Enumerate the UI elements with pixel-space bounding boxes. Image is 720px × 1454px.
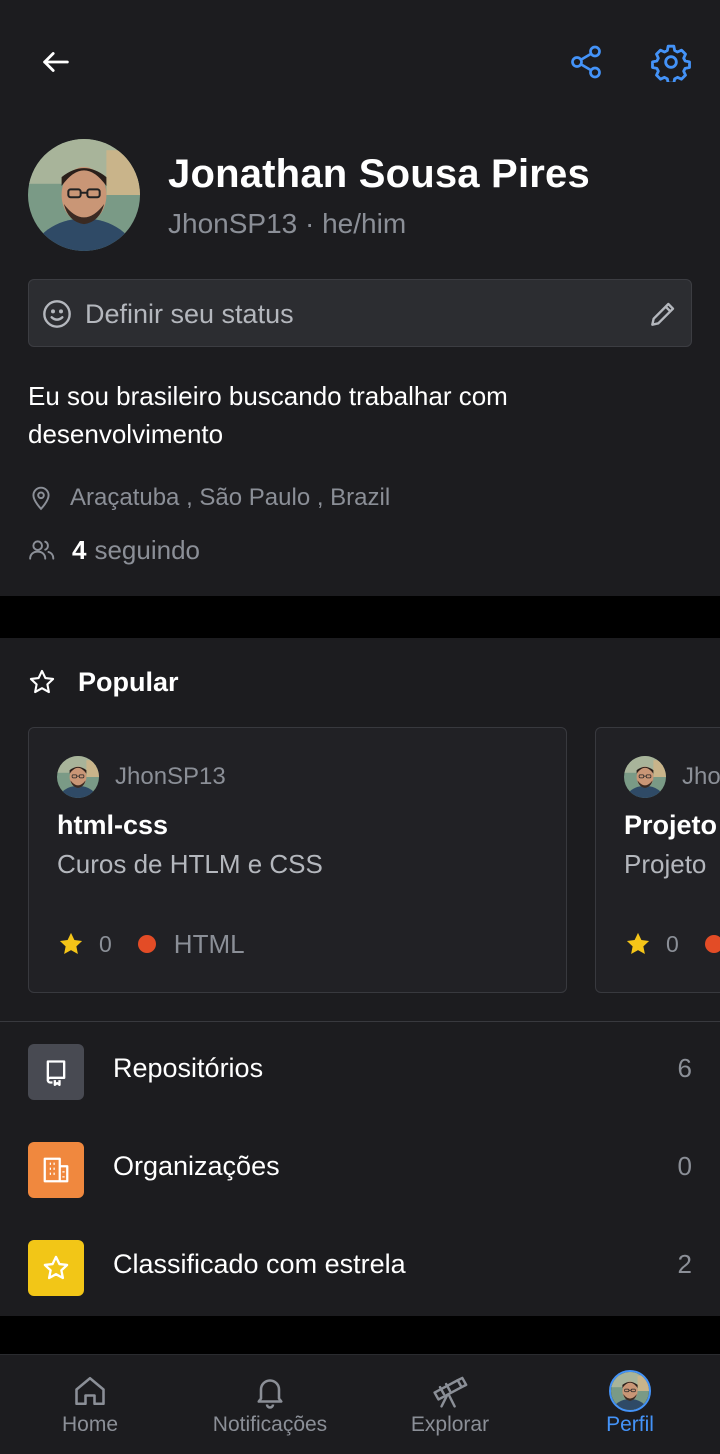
nav-item-notifications[interactable]: Notificações bbox=[180, 1355, 360, 1454]
star-icon bbox=[28, 1240, 84, 1296]
repo-description: Curos de HTLM e CSS bbox=[57, 849, 323, 879]
repo-meta: 0 HTML bbox=[57, 928, 245, 960]
telescope-icon bbox=[428, 1369, 472, 1413]
repo-name: html-css bbox=[57, 810, 169, 840]
repo-icon bbox=[28, 1044, 84, 1100]
owner-avatar bbox=[57, 756, 99, 798]
menu-item-repositories[interactable]: Repositórios 6 bbox=[0, 1032, 720, 1112]
profile-location: Araçatuba , São Paulo , Brazil bbox=[28, 480, 390, 516]
settings-button[interactable] bbox=[646, 38, 696, 86]
popular-title: Popular bbox=[78, 666, 179, 697]
profile-name: Jonathan Sousa Pires bbox=[168, 152, 590, 196]
popular-repo-card[interactable]: JhonSP13 html-css Curos de HTLM e CSS 0 … bbox=[28, 727, 567, 993]
menu-count: 2 bbox=[677, 1249, 692, 1279]
owner-avatar bbox=[624, 756, 666, 798]
popular-header: Popular bbox=[28, 664, 179, 700]
profile-avatar[interactable] bbox=[28, 139, 140, 251]
bottom-navigation: Home Notificações Explorar Perfil bbox=[0, 1354, 720, 1454]
organization-icon bbox=[28, 1142, 84, 1198]
popular-repo-card[interactable]: JhonSP13 Projeto Projeto 0 bbox=[595, 727, 720, 993]
menu-item-organizations[interactable]: Organizações 0 bbox=[0, 1130, 720, 1210]
following-count: 4 bbox=[72, 534, 87, 565]
people-icon bbox=[29, 540, 55, 560]
star-outline-icon bbox=[29, 669, 55, 694]
arrow-left-icon bbox=[43, 52, 69, 72]
back-button[interactable] bbox=[32, 40, 80, 84]
star-icon bbox=[626, 932, 650, 955]
pencil-icon bbox=[651, 302, 675, 326]
menu-count: 0 bbox=[677, 1151, 692, 1181]
menu-label: Organizações bbox=[113, 1151, 280, 1181]
location-pin-icon bbox=[32, 486, 50, 511]
menu-label: Repositórios bbox=[113, 1053, 264, 1083]
share-icon bbox=[571, 45, 601, 79]
section-divider bbox=[0, 1021, 720, 1022]
smiley-icon bbox=[43, 300, 71, 328]
nav-item-explore[interactable]: Explorar bbox=[360, 1355, 540, 1454]
repo-owner: JhonSP13 bbox=[57, 756, 226, 798]
status-placeholder: Definir seu status bbox=[85, 299, 294, 329]
profile-bio: Eu sou brasileiro buscando trabalhar com… bbox=[28, 381, 508, 449]
share-button[interactable] bbox=[562, 40, 610, 84]
language-color-dot bbox=[137, 935, 156, 953]
set-status-button[interactable]: Definir seu status bbox=[28, 279, 692, 347]
star-count: 0 bbox=[99, 930, 112, 957]
menu-count: 6 bbox=[677, 1053, 692, 1083]
gear-icon bbox=[651, 44, 691, 82]
popular-section: Popular JhonSP13 html-css Curos de HTLM … bbox=[0, 638, 720, 1316]
star-count: 0 bbox=[666, 930, 679, 957]
owner-name: JhonSP13 bbox=[682, 763, 720, 790]
star-icon bbox=[59, 932, 83, 955]
nav-item-profile[interactable]: Perfil bbox=[540, 1355, 720, 1454]
nav-label: Home bbox=[61, 1413, 119, 1436]
repo-meta: 0 bbox=[624, 928, 720, 960]
nav-label: Notificações bbox=[212, 1413, 328, 1436]
profile-header: Jonathan Sousa Pires JhonSP13 · he/him D… bbox=[0, 0, 720, 596]
language-color-dot bbox=[704, 935, 720, 953]
profile-handle: JhonSP13 · he/him bbox=[168, 208, 407, 239]
nav-label: Perfil bbox=[606, 1413, 654, 1436]
location-text: Araçatuba , São Paulo , Brazil bbox=[70, 484, 391, 511]
bell-icon bbox=[248, 1369, 292, 1413]
repo-owner: JhonSP13 bbox=[624, 756, 720, 798]
nav-label: Explorar bbox=[410, 1413, 490, 1436]
nav-item-home[interactable]: Home bbox=[0, 1355, 180, 1454]
following-label: seguindo bbox=[94, 534, 201, 565]
home-icon bbox=[68, 1369, 112, 1413]
repo-description: Projeto bbox=[624, 849, 707, 879]
avatar bbox=[608, 1369, 652, 1413]
menu-item-starred[interactable]: Classificado com estrela 2 bbox=[0, 1228, 720, 1308]
repo-language: HTML bbox=[173, 928, 245, 959]
owner-name: JhonSP13 bbox=[115, 763, 226, 790]
repo-name: Projeto bbox=[624, 810, 718, 840]
following-link[interactable]: 4 seguindo bbox=[28, 532, 200, 568]
menu-label: Classificado com estrela bbox=[113, 1249, 406, 1279]
